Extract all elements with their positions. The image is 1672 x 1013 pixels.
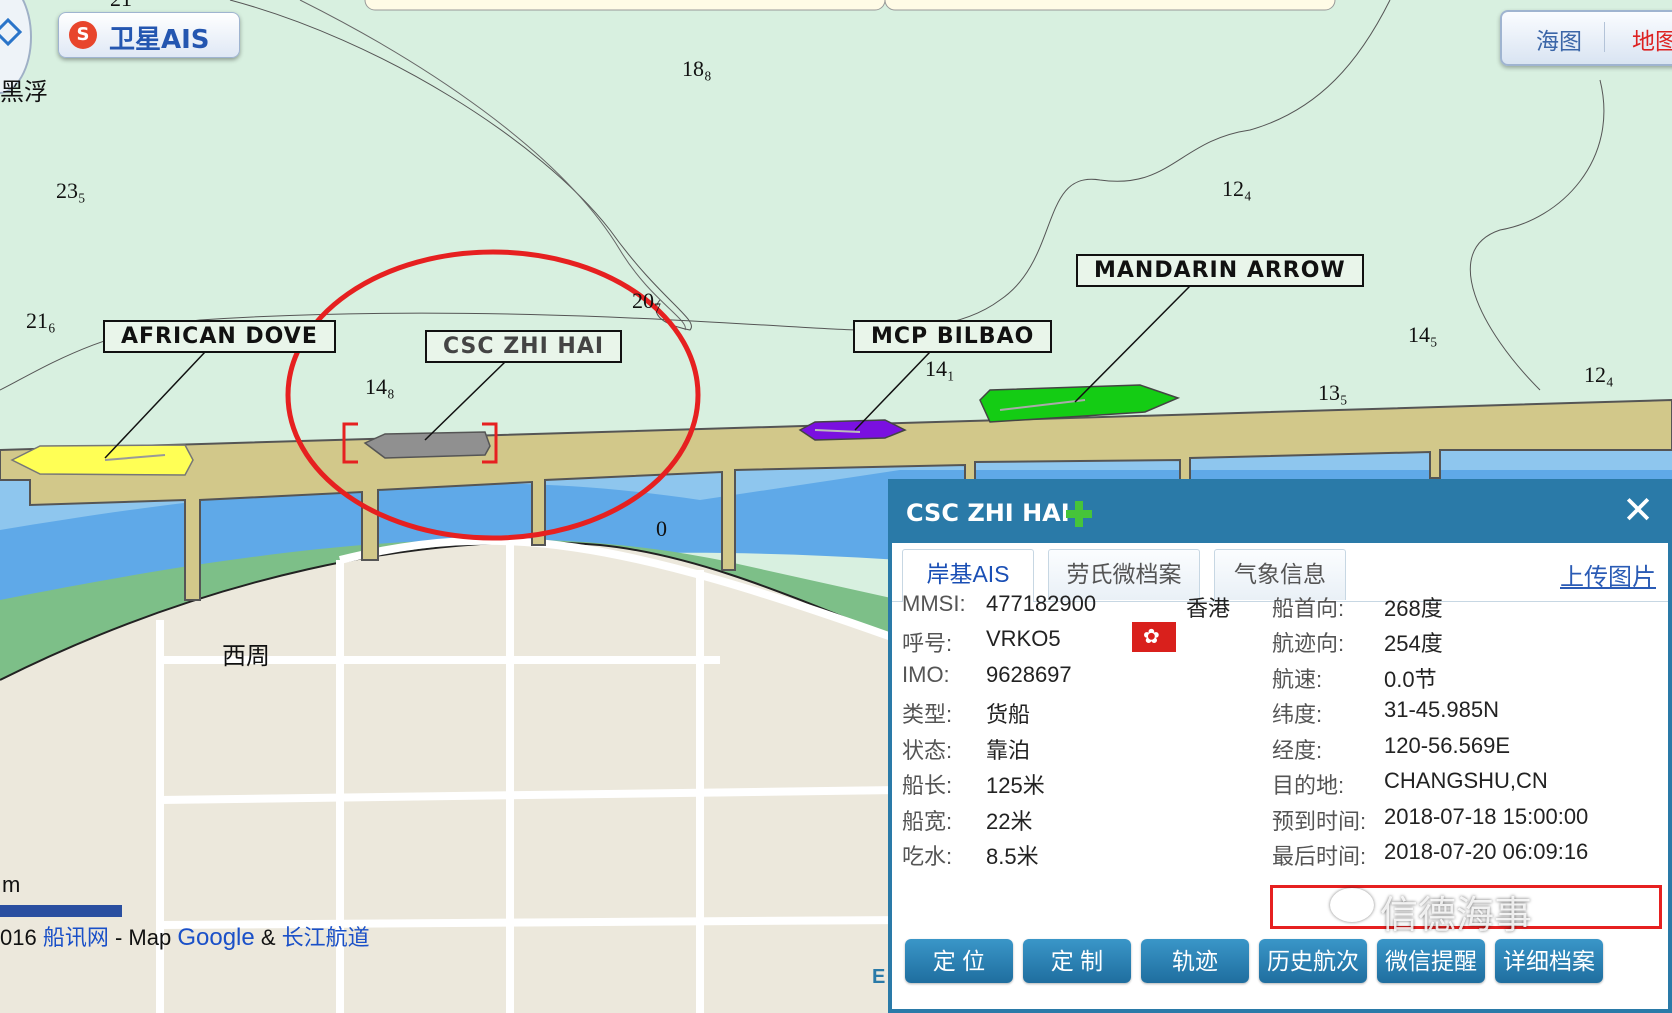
field-value-type: 货船 [986,702,1031,727]
google-link[interactable]: Google [177,924,254,951]
panel-title: CSC ZHI HAI [906,499,1070,527]
field-label: 吃水: [902,844,953,869]
attribution-sep: - Map [108,925,178,950]
attribution-year: 016 [0,925,37,950]
field-label: 类型: [902,702,953,727]
field-value-destination: CHANGSHU,CN [1384,768,1548,793]
field-label: 船宽: [902,809,953,834]
depth-sounding: 14₅ [1408,322,1438,347]
field-value-heading: 268度 [1384,596,1443,621]
close-icon[interactable]: ✕ [1622,491,1654,531]
field-value-beam: 22米 [986,809,1033,834]
fragment-text: E [872,966,886,988]
vessel-info-panel: CSC ZHI HAI ✕ 岸基AIS 劳氏微档案 气象信息 上传图片 ✿ 香港… [888,479,1672,1013]
field-value-draught: 8.5米 [986,844,1039,869]
wechat-alert-button[interactable]: 微信提醒 [1377,939,1485,983]
field-value-length: 125米 [986,773,1045,798]
depth-sounding: 14₈ [365,374,395,399]
vessel-label-mcp-bilbao[interactable]: MCP BILBAO [853,320,1053,353]
vessel-label-african-dove[interactable]: AFRICAN DOVE [103,320,336,353]
field-label: 船首向: [1272,596,1345,621]
depth-sounding: 20₇ [632,288,662,313]
field-value-callsign: VRKO5 [986,626,1061,651]
field-label: 航迹向: [1272,631,1345,656]
place-label: 黑浮 [0,79,48,106]
field-value-imo: 9628697 [986,662,1072,687]
satellite-ais-button[interactable]: S 卫星AIS [58,12,240,58]
field-label: 目的地: [1272,773,1345,798]
field-label: 经度: [1272,738,1323,763]
depth-sounding: 12₄ [1222,176,1252,201]
history-voyage-button[interactable]: 历史航次 [1259,939,1367,983]
place-label: 西周 [222,643,270,670]
scale-unit: m [2,872,21,897]
field-label: 最后时间: [1272,844,1367,869]
field-label: 呼号: [902,631,953,656]
hong-kong-flag-icon: ✿ [1132,622,1176,652]
watermark: 信德海事 [1380,895,1533,937]
field-value-status: 靠泊 [986,738,1031,763]
attribution-amp: & [254,925,282,950]
field-value-eta: 2018-07-18 15:00:00 [1384,804,1589,829]
locate-button[interactable]: 定 位 [905,939,1013,983]
depth-sounding: 0 [656,516,667,541]
changjiang-link[interactable]: 长江航道 [282,925,370,950]
customize-button[interactable]: 定 制 [1023,939,1131,983]
depth-sounding: 21 [110,0,132,12]
add-favorite-icon[interactable] [1066,501,1092,527]
wechat-icon [1330,888,1374,922]
field-label: MMSI: [902,591,966,616]
field-value-course: 254度 [1384,631,1443,656]
detail-profile-button[interactable]: 详细档案 [1495,939,1603,983]
field-label: 纬度: [1272,702,1323,727]
field-value-speed: 0.0节 [1384,667,1437,692]
depth-sounding: 18₈ [682,56,712,81]
map-type-switch[interactable]: 海图 地图 [1500,10,1672,66]
divider [1604,22,1605,52]
track-button[interactable]: 轨迹 [1141,939,1249,983]
field-value-last-time: 2018-07-20 06:09:16 [1384,839,1589,864]
vessel-label-mandarin-arrow[interactable]: MANDARIN ARROW [1076,254,1364,287]
field-value-longitude: 120-56.569E [1384,733,1510,758]
panel-header: CSC ZHI HAI ✕ [892,483,1668,543]
tab-chart[interactable]: 海图 [1536,22,1582,56]
map-attribution: 016 船讯网 - Map Google & 长江航道 [0,920,370,952]
depth-sounding: 23₅ [56,178,86,203]
compass-icon [0,17,23,47]
field-label: 状态: [902,738,953,763]
depth-sounding: 21₆ [26,308,56,333]
field-label: IMO: [902,662,950,687]
depth-sounding: 14₁ [925,356,955,381]
vessel-label-csc-zhi-hai[interactable]: CSC ZHI HAI [425,330,623,363]
scale-bar [0,905,122,917]
tab-map[interactable]: 地图 [1632,22,1672,56]
shipxy-logo-icon: S [69,21,97,49]
depth-sounding: 13₅ [1318,380,1348,405]
upload-photo-link[interactable]: 上传图片 [1560,557,1656,592]
field-value-latitude: 31-45.985N [1384,697,1499,722]
flag-country: 香港 [1186,596,1231,621]
field-label: 船长: [902,773,953,798]
field-label: 预到时间: [1272,809,1367,834]
field-value-mmsi: 477182900 [986,591,1097,616]
field-label: 航速: [1272,667,1323,692]
depth-sounding: 12₄ [1584,362,1614,387]
shipxy-link[interactable]: 船讯网 [43,925,109,950]
satellite-ais-label: 卫星AIS [109,25,210,55]
